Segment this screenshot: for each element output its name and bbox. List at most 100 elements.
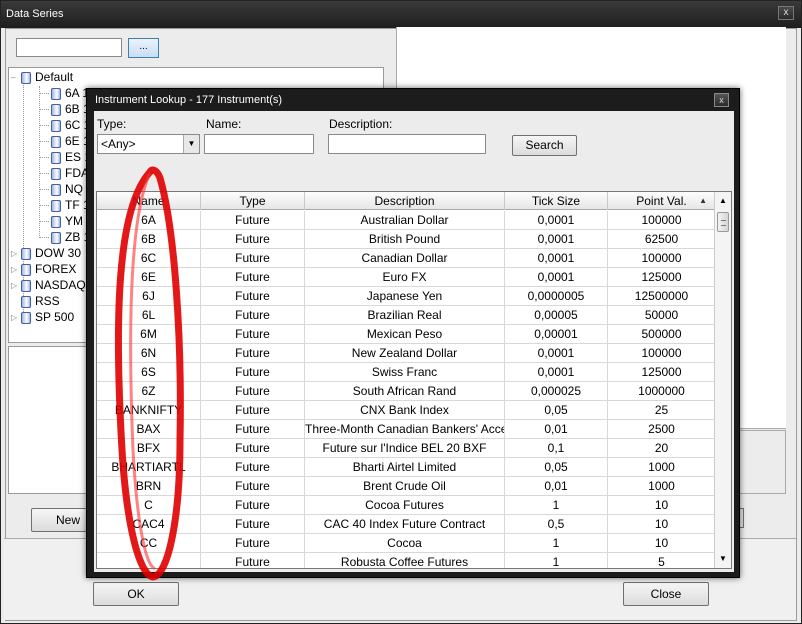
tree-node-forex[interactable]: ▷ FOREX xyxy=(11,261,76,277)
column-header-name[interactable]: Name xyxy=(97,192,201,210)
database-icon xyxy=(51,215,61,228)
cell-name: 6E xyxy=(97,268,201,287)
table-row[interactable]: 6C Future Canadian Dollar 0,0001 100000 xyxy=(97,249,715,268)
expand-icon[interactable]: ▷ xyxy=(11,246,21,262)
table-row[interactable]: 6Z Future South African Rand 0,000025 100000… xyxy=(97,382,715,401)
cell-name: 6M xyxy=(97,325,201,344)
cell-type: Future xyxy=(201,249,305,268)
name-input[interactable] xyxy=(204,134,314,154)
cell-type: Future xyxy=(201,458,305,477)
tree-item[interactable]: 6B 1 xyxy=(39,101,90,117)
dialog-body: Type: Name: Description: <Any> ▼ Search … xyxy=(94,111,734,572)
table-row[interactable]: 6M Future Mexican Peso 0,00001 500000 xyxy=(97,325,715,344)
cell-name: 6Z xyxy=(97,382,201,401)
tree-item[interactable]: YM 1 xyxy=(39,213,93,229)
tree-item[interactable]: 6C 1 xyxy=(39,117,90,133)
table-row[interactable]: CC Future Cocoa 1 10 xyxy=(97,534,715,553)
instrument-lookup-dialog: Instrument Lookup - 177 Instrument(s) x … xyxy=(86,88,740,578)
table-row[interactable]: 6E Future Euro FX 0,0001 125000 xyxy=(97,268,715,287)
column-header-type[interactable]: Type xyxy=(201,192,305,210)
tree-item[interactable]: FDA xyxy=(39,165,89,181)
database-icon xyxy=(21,263,31,276)
table-row[interactable]: 6J Future Japanese Yen 0,0000005 12500000 xyxy=(97,287,715,306)
cell-point-value: 1000 xyxy=(648,479,675,493)
expand-icon[interactable]: ▷ xyxy=(11,310,21,326)
cell-type: Future xyxy=(201,325,305,344)
scroll-down-icon[interactable]: ▼ xyxy=(715,552,731,566)
expand-icon[interactable]: ▷ xyxy=(11,278,21,294)
dialog-close-icon[interactable]: x xyxy=(714,93,729,107)
tree-node-dow30[interactable]: ▷ DOW 30 xyxy=(11,245,81,261)
tree-node-sp500[interactable]: ▷ SP 500 xyxy=(11,309,74,325)
close-button[interactable]: Close xyxy=(623,582,709,606)
cell-point-value: 62500 xyxy=(644,232,679,246)
cell-tick-size: 1 xyxy=(505,496,608,515)
cell-description: Future sur l'Indice BEL 20 BXF xyxy=(305,439,505,458)
table-row[interactable]: 6S Future Swiss Franc 0,0001 125000 xyxy=(97,363,715,382)
cell-tick-size: 0,05 xyxy=(505,401,608,420)
cell-tick-size: 0,0001 xyxy=(505,363,608,382)
table-row[interactable]: 6B Future British Pound 0,0001 62500 xyxy=(97,230,715,249)
browse-button[interactable]: ... xyxy=(128,38,159,58)
tree-item[interactable]: NQ 1 xyxy=(39,181,93,197)
cell-description: Brazilian Real xyxy=(305,306,505,325)
cell-type: Future xyxy=(201,211,305,230)
table-row[interactable]: 6A Future Australian Dollar 0,0001 100000 xyxy=(97,211,715,230)
chevron-down-icon[interactable]: ▼ xyxy=(183,135,199,153)
cell-tick-size: 1 xyxy=(505,534,608,553)
tree-node-default[interactable]: – Default xyxy=(11,69,73,85)
tree-item[interactable]: ZB 1 xyxy=(39,229,90,245)
table-row[interactable]: BHARTIARTL Future Bharti Airtel Limited 0,0… xyxy=(97,458,715,477)
cell-description: CAC 40 Index Future Contract xyxy=(305,515,505,534)
cell-type: Future xyxy=(201,553,305,568)
type-select[interactable]: <Any> ▼ xyxy=(97,134,200,154)
database-icon xyxy=(51,231,61,244)
tree-item[interactable]: TF 1 xyxy=(39,197,90,213)
window-close-icon[interactable]: x xyxy=(778,6,794,20)
cell-point-value: 20 xyxy=(654,441,669,455)
table-row[interactable]: 6N Future New Zealand Dollar 0,0001 100000 xyxy=(97,344,715,363)
cell-name: 6C xyxy=(97,249,201,268)
cell-type: Future xyxy=(201,420,305,439)
database-icon xyxy=(51,151,61,164)
tree-item[interactable]: 6E 1 xyxy=(39,133,90,149)
cell-tick-size: 0,00005 xyxy=(505,306,608,325)
column-header-description[interactable]: Description xyxy=(305,192,505,210)
description-input[interactable] xyxy=(328,134,486,154)
table-row[interactable]: BRN Future Brent Crude Oil 0,01 1000 xyxy=(97,477,715,496)
table-row[interactable]: CAC4 Future CAC 40 Index Future Contract 0,… xyxy=(97,515,715,534)
scroll-thumb[interactable] xyxy=(717,212,729,232)
collapse-icon[interactable]: – xyxy=(11,70,21,86)
grid-scrollbar[interactable]: ▲ ▼ xyxy=(714,192,731,568)
instrument-input[interactable] xyxy=(16,38,122,57)
ok-button[interactable]: OK xyxy=(93,582,179,606)
expand-icon[interactable]: ▷ xyxy=(11,262,21,278)
cell-tick-size: 0,0000005 xyxy=(505,287,608,306)
column-header-point-value[interactable]: Point Val. ▲ xyxy=(608,192,715,210)
scroll-up-icon[interactable]: ▲ xyxy=(715,194,731,208)
table-row[interactable]: BANKNIFTY Future CNX Bank Index 0,05 25 xyxy=(97,401,715,420)
cell-point-value: 10 xyxy=(654,536,669,550)
cell-name: 6B xyxy=(97,230,201,249)
database-icon xyxy=(51,119,61,132)
sort-ascending-icon: ▲ xyxy=(699,196,707,205)
cell-point-value: 100000 xyxy=(641,346,682,360)
search-button[interactable]: Search xyxy=(512,135,577,156)
table-row[interactable]: BFX Future Future sur l'Indice BEL 20 BXF 0… xyxy=(97,439,715,458)
tree-item[interactable]: ES 1 xyxy=(39,149,91,165)
cell-name: 6L xyxy=(97,306,201,325)
table-row[interactable]: C Future Cocoa Futures 1 10 xyxy=(97,496,715,515)
tree-node-nasdaq[interactable]: ▷ NASDAQ xyxy=(11,277,86,293)
table-row[interactable]: Future Robusta Coffee Futures 1 5 xyxy=(97,553,715,568)
tree-item[interactable]: 6A 1 xyxy=(39,85,89,101)
cell-name: BFX xyxy=(97,439,201,458)
cell-description: Canadian Dollar xyxy=(305,249,505,268)
cell-point-value: 50000 xyxy=(644,308,679,322)
table-row[interactable]: BAX Future Three-Month Canadian Bankers' A… xyxy=(97,420,715,439)
window-title: Data Series xyxy=(6,8,64,20)
cell-point-value: 100000 xyxy=(641,213,682,227)
tree-node-rss[interactable]: RSS xyxy=(11,293,60,309)
column-header-tick-size[interactable]: Tick Size xyxy=(505,192,608,210)
table-row[interactable]: 6L Future Brazilian Real 0,00005 50000 xyxy=(97,306,715,325)
cell-point-value: 2500 xyxy=(648,422,675,436)
